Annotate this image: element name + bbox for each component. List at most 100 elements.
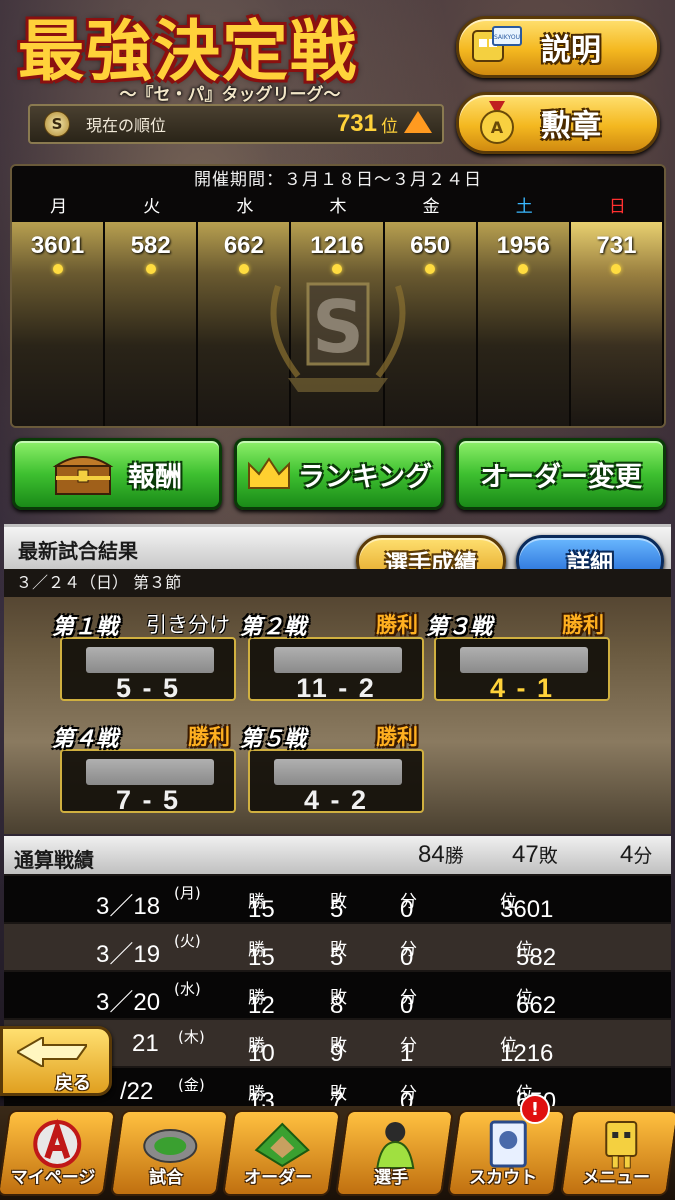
opponent-name-redacted (274, 759, 402, 785)
record-wins: 13 勝 (248, 1084, 275, 1106)
results-date-label: ３／２４（日） 第３節 (4, 569, 671, 597)
total-draws: 4分 (620, 841, 653, 868)
record-wins: 15 勝 (248, 892, 275, 923)
scout-notification-badge: ! (520, 1094, 550, 1124)
help-button-label: 説明 (541, 33, 601, 68)
back-button-label: 戻る (55, 1073, 91, 1094)
record-draws: 1分 (400, 1036, 417, 1067)
game-score-box: 4 - 2 (248, 749, 424, 815)
record-losses: 9敗 (330, 1036, 347, 1067)
game-number: 第１戦 (52, 615, 119, 640)
marker-dot (518, 264, 529, 274)
svg-text:SAIKYOU: SAIKYOU (494, 34, 520, 41)
game-result: 勝利 (562, 613, 604, 637)
day-rank-value: 582 (130, 232, 171, 259)
record-draws: 0分 (400, 988, 417, 1019)
nav-scout[interactable]: スカウト (446, 1110, 566, 1196)
record-weekday: (金) (178, 1076, 205, 1094)
day-rank-tue: 582 (105, 222, 199, 426)
game-card-2[interactable]: 11 - 2 第２戦 勝利 (240, 609, 424, 711)
medal-icon: A (471, 101, 523, 145)
day-label-mon: 月 (50, 197, 68, 217)
record-wins: 10 勝 (248, 1036, 275, 1067)
day-rank-value: 1956 (496, 232, 550, 259)
game-card-1[interactable]: 5 - 5 第１戦 引き分け (52, 609, 236, 711)
game-score: 4 - 2 (303, 785, 369, 815)
game-score: 7 - 5 (115, 785, 181, 815)
nav-menu[interactable]: メニュー (559, 1110, 675, 1196)
current-rank-label: 現在の順位 (86, 116, 167, 135)
game-score-box: 7 - 5 (60, 749, 236, 815)
game-card-5[interactable]: 4 - 2 第５戦 勝利 (240, 721, 424, 823)
record-draws: 0分 (400, 940, 417, 971)
opponent-name-redacted (86, 759, 214, 785)
up-arrow-icon (404, 111, 432, 133)
record-wins: 15 勝 (248, 940, 275, 971)
record-row: 3／20 (水) 12 勝 8敗 0分 662 位 (4, 972, 671, 1019)
opponent-name-redacted (274, 647, 402, 673)
record-date: 21 (132, 1030, 159, 1057)
back-button[interactable]: 戻る (0, 1026, 112, 1096)
marker-dot (425, 264, 436, 274)
opponent-name-redacted (86, 647, 214, 673)
day-rank-value: 1216 (310, 232, 364, 259)
bottom-navigation: マイページ 試合 オーダー 選手 スカウト メニュー (0, 1106, 675, 1200)
medal-button[interactable]: A 勲章 (456, 92, 660, 154)
back-arrow-icon (17, 1037, 87, 1067)
game-number: 第５戦 (240, 727, 307, 752)
nav-mypage-label: マイページ (10, 1168, 96, 1188)
game-score-box: 4 - 1 (434, 637, 610, 703)
day-label-thu: 木 (329, 197, 347, 217)
day-rank-value: 731 (596, 232, 637, 259)
marker-dot (52, 264, 63, 274)
record-rank: 582 位 (516, 940, 557, 971)
day-rank-mon: 3601 (12, 222, 106, 426)
change-order-button[interactable]: オーダー変更 (456, 438, 666, 510)
day-rank-wed: 662 (198, 222, 292, 426)
total-wins: 84勝 (418, 841, 464, 868)
record-draws: 0分 (400, 892, 417, 923)
latest-results-title: 最新試合結果 (18, 539, 138, 563)
reward-button[interactable]: 報酬 (12, 438, 222, 510)
nav-mypage[interactable]: マイページ (0, 1110, 116, 1196)
nav-scout-label: スカウト (469, 1168, 538, 1188)
current-rank-unit: 位 (381, 116, 398, 137)
record-weekday: (木) (178, 1028, 205, 1046)
game-score: 5 - 5 (115, 673, 181, 703)
game-card-3[interactable]: 4 - 1 第３戦 勝利 (426, 609, 610, 711)
game-number: 第２戦 (240, 615, 307, 640)
crown-icon (247, 457, 290, 489)
game-number: 第３戦 (426, 615, 493, 640)
ranking-button[interactable]: ランキング (234, 438, 444, 510)
record-date: 3／20 (96, 989, 161, 1016)
record-row: 3／19 (火) 15 勝 5敗 0分 582 位 (4, 924, 671, 971)
day-rank-sat: 1956 (477, 222, 571, 426)
record-weekday: (火) (174, 932, 201, 950)
record-date: 3／19 (96, 941, 161, 968)
current-rank-value: 731 (336, 110, 377, 137)
current-rank-bar: S 現在の順位 731 位 (28, 104, 444, 144)
day-rank-value: 3601 (30, 232, 85, 259)
day-label-tue: 火 (143, 197, 161, 217)
record-row: 3／18 (月) 15 勝 5敗 0分 3601 位 (4, 876, 671, 923)
record-wins: 12 勝 (248, 988, 275, 1019)
reward-button-label: 報酬 (128, 461, 182, 493)
game-score-box: 11 - 2 (248, 637, 424, 703)
latest-results-panel: 最新試合結果 選手成績 詳細 ３／２４（日） 第３節 5 - 5 第１戦 引き分… (4, 524, 671, 834)
schedule-period-title: 開催期間：３月１８日〜３月２４日 (12, 166, 664, 194)
ranking-schedule-panel: 開催期間：３月１８日〜３月２４日 月 火 水 木 金 土 日 3601 582 … (10, 164, 666, 428)
day-rank-value: 662 (223, 232, 264, 259)
day-rank-thu: 1216 (291, 222, 385, 426)
day-rank-sun: 731 (570, 222, 664, 426)
record-weekday: (水) (174, 980, 201, 998)
marker-dot (145, 264, 156, 274)
medal-button-label: 勲章 (541, 109, 601, 144)
nav-order[interactable]: オーダー (221, 1110, 341, 1196)
game-card-4[interactable]: 7 - 5 第４戦 勝利 (52, 721, 236, 823)
record-losses: 8敗 (330, 988, 347, 1019)
day-label-wed: 水 (236, 197, 254, 217)
nav-game[interactable]: 試合 (109, 1110, 229, 1196)
game-result: 勝利 (376, 613, 418, 637)
nav-players[interactable]: 選手 (334, 1110, 454, 1196)
help-button[interactable]: SAIKYOU 説明 (456, 16, 660, 78)
